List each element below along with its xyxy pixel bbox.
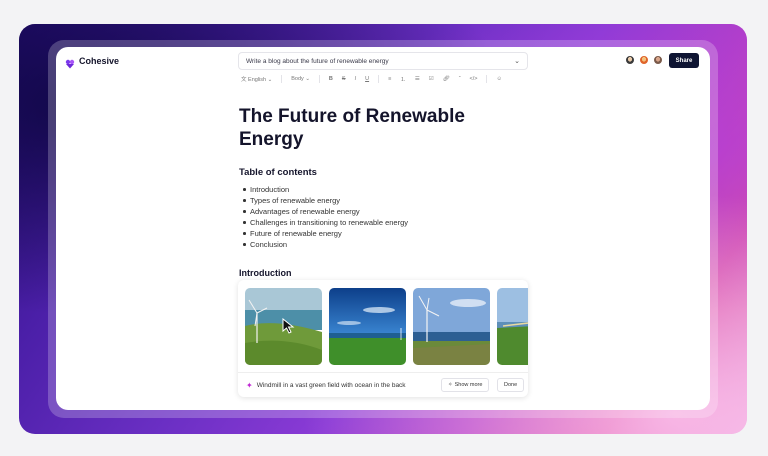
toc-heading[interactable]: Table of contents [239,167,317,178]
collaborator-avatars [625,55,663,65]
translate-icon: 文 [241,77,247,83]
toolbar-divider [486,75,488,83]
underline-button[interactable]: U [365,76,369,82]
image-thumbnail-blue-sky-field[interactable] [329,288,406,365]
editor-window: Cohesive Write a blog about the future o… [56,47,710,410]
image-caption[interactable]: Windmill in a vast green field with ocea… [257,382,406,389]
toolbar-divider [281,75,283,83]
toc-item[interactable]: Advantages of renewable energy [243,206,408,217]
style-select[interactable]: Body ⌄ [291,76,310,82]
prompt-text: Write a blog about the future of renewab… [246,57,389,65]
toc-item[interactable]: Future of renewable energy [243,228,408,239]
quote-icon[interactable]: “ [459,76,461,82]
section-heading-introduction[interactable]: Introduction [239,268,292,278]
sparkle-icon: ✦ [246,380,253,390]
mouse-pointer-icon [282,318,295,334]
toolbar-divider [378,75,380,83]
image-prompt-bar: ✦ Windmill in a vast green field with oc… [238,372,528,397]
toc-item[interactable]: Types of renewable energy [243,195,408,206]
formatting-toolbar: 文 English ⌄ Body ⌄ B S I U ≡ ⒈ ☰ ☑ 🔗︎ “ … [241,75,502,83]
chevron-down-icon[interactable]: ⌄ [514,57,520,65]
strikethrough-button[interactable]: S [342,76,346,82]
chevron-down-icon: ⌄ [305,76,310,82]
sparkle-icon: ✧ [448,382,453,388]
screen: Cohesive Write a blog about the future o… [0,0,768,456]
toc-list: Introduction Types of renewable energy A… [243,184,408,250]
share-button[interactable]: Share [669,53,699,68]
toc-item[interactable]: Introduction [243,184,408,195]
link-icon[interactable]: 🔗︎ [443,76,450,82]
brand[interactable]: Cohesive [65,56,120,69]
cohesive-logo-icon [65,56,75,69]
done-button[interactable]: Done [497,378,525,392]
avatar[interactable] [639,55,649,65]
code-button[interactable]: </> [470,76,478,82]
bold-button[interactable]: B [329,76,333,82]
show-more-button[interactable]: ✧ Show more [441,378,490,392]
toc-item[interactable]: Conclusion [243,239,408,250]
avatar[interactable] [653,55,663,65]
checklist-icon[interactable]: ☑ [429,76,434,82]
align-left-icon[interactable]: ≡ [388,76,391,82]
bullet-list-icon[interactable]: ☰ [415,76,420,82]
italic-button[interactable]: I [355,76,357,82]
prompt-input[interactable]: Write a blog about the future of renewab… [238,52,528,70]
numbered-list-icon[interactable]: ⒈ [400,75,406,83]
brand-name: Cohesive [79,56,120,66]
avatar[interactable] [625,55,635,65]
toc-item[interactable]: Challenges in transitioning to renewable… [243,217,408,228]
chevron-down-icon: ⌄ [267,77,273,83]
image-thumbnail-windmill-sea[interactable] [413,288,490,365]
image-suggestion-panel: ✦ Windmill in a vast green field with oc… [238,280,528,397]
toolbar-divider [318,75,320,83]
image-thumbnail-field-partial[interactable] [497,288,528,365]
language-select[interactable]: 文 English ⌄ [241,75,272,83]
document-title[interactable]: The Future of Renewable Energy [239,105,499,151]
emoji-icon[interactable]: ☺ [496,76,502,82]
